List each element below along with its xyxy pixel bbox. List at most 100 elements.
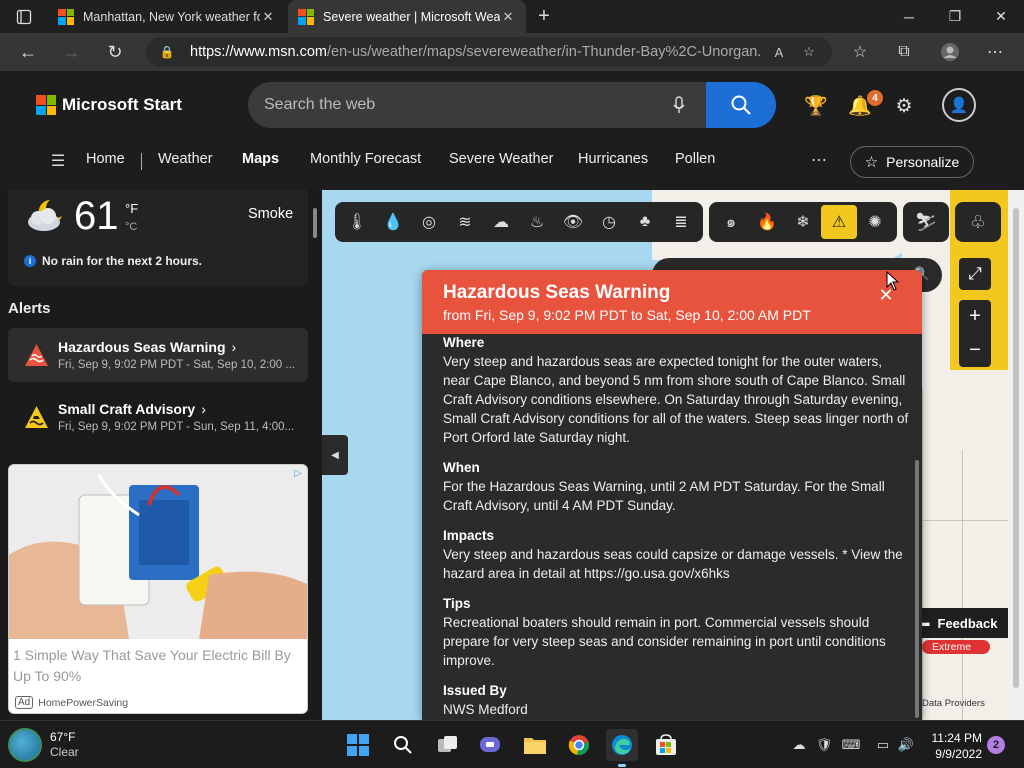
restore-icon[interactable]: ❐ bbox=[932, 0, 978, 33]
pressure-icon[interactable]: ◷ bbox=[591, 205, 627, 239]
file-explorer-icon[interactable] bbox=[519, 729, 551, 761]
humidity-icon[interactable]: ♨ bbox=[519, 205, 555, 239]
start-windows-icon[interactable] bbox=[342, 729, 374, 761]
window-close-icon[interactable]: ✕ bbox=[978, 0, 1024, 33]
settings-gear-icon[interactable]: ⚙ bbox=[889, 91, 919, 121]
search-icon[interactable] bbox=[387, 729, 419, 761]
teams-chat-icon[interactable] bbox=[474, 729, 506, 761]
panel-scrollbar[interactable] bbox=[313, 208, 317, 238]
feedback-button[interactable]: ▬ Feedback bbox=[908, 608, 1008, 638]
search-button[interactable] bbox=[706, 82, 776, 128]
favorites-icon[interactable]: ☆ bbox=[846, 39, 874, 65]
cloud-icon[interactable]: ☁ bbox=[483, 205, 519, 239]
ad-choices-icon[interactable]: ▷ bbox=[291, 467, 305, 479]
nav-home[interactable]: Home bbox=[86, 151, 125, 167]
add-favorite-icon[interactable]: ☆ bbox=[798, 44, 820, 60]
search-input[interactable] bbox=[264, 82, 654, 128]
alert-hazardous-seas[interactable]: Hazardous Seas Warning › Fri, Sep 9, 9:02… bbox=[8, 328, 308, 382]
wildfire-icon[interactable]: 🔥 bbox=[749, 205, 785, 239]
display-icon[interactable]: ▭ bbox=[873, 735, 893, 755]
wind-icon[interactable]: ≋ bbox=[447, 205, 483, 239]
fullscreen-icon[interactable]: ⤢ bbox=[959, 258, 991, 290]
section-where: Where Very steep and hazardous seas are … bbox=[443, 334, 909, 447]
pollen-icon[interactable]: ♣ bbox=[627, 205, 663, 239]
lock-icon[interactable]: 🔒 bbox=[158, 45, 176, 59]
section-heading: Where bbox=[443, 335, 485, 350]
map-scrollbar[interactable] bbox=[1008, 190, 1024, 720]
chrome-icon[interactable] bbox=[563, 729, 595, 761]
ad-card[interactable]: 1 Simple Way That Save Your Electric Bil… bbox=[8, 464, 308, 714]
nav-maps[interactable]: Maps bbox=[242, 151, 279, 167]
section-impacts: Impacts Very steep and hazardous seas co… bbox=[443, 527, 909, 583]
zoom-out-icon[interactable]: − bbox=[959, 334, 991, 367]
edge-browser-icon[interactable] bbox=[606, 729, 638, 761]
microsoft-store-icon[interactable] bbox=[650, 729, 682, 761]
thermometer-icon[interactable]: 🌡 bbox=[339, 205, 375, 239]
nav-more-icon[interactable]: ⋯ bbox=[808, 149, 830, 171]
system-clock[interactable]: 11:24 PM 9/9/2022 bbox=[918, 730, 982, 762]
browser-profile-icon[interactable] bbox=[936, 39, 964, 65]
nav-weather[interactable]: Weather bbox=[158, 151, 213, 167]
air-quality-icon[interactable]: ≣ bbox=[663, 205, 699, 239]
profile-avatar-icon[interactable]: 👤 bbox=[942, 88, 976, 122]
ad-title[interactable]: 1 Simple Way That Save Your Electric Bil… bbox=[13, 645, 303, 687]
zoom-controls: + − bbox=[959, 300, 991, 367]
nav-pollen[interactable]: Pollen bbox=[675, 151, 715, 167]
popup-scrollbar[interactable] bbox=[915, 460, 919, 718]
rewards-trophy-icon[interactable]: 🏆 bbox=[801, 91, 831, 121]
layer-group-basic: 🌡 💧 ◎ ≋ ☁ ♨ 👁 ◷ ♣ ≣ bbox=[335, 202, 703, 242]
browser-tab-bar: Manhattan, New York weather fo ✕ Severe … bbox=[0, 0, 1024, 33]
security-shield-icon[interactable]: 🛡 bbox=[814, 735, 834, 755]
taskbar-weather-widget[interactable]: 67°F Clear bbox=[8, 728, 79, 762]
new-tab-icon[interactable]: + bbox=[532, 5, 556, 27]
unit-celsius[interactable]: °C bbox=[125, 221, 137, 233]
hamburger-menu-icon[interactable]: ☰ bbox=[46, 151, 70, 171]
tab-actions-icon[interactable] bbox=[8, 6, 40, 28]
personalize-button[interactable]: ☆ Personalize bbox=[850, 146, 974, 178]
microphone-icon[interactable] bbox=[668, 94, 690, 116]
alert-small-craft[interactable]: Small Craft Advisory › Fri, Sep 9, 9:02 P… bbox=[8, 390, 308, 444]
unit-fahrenheit[interactable]: °F bbox=[125, 201, 138, 216]
severe-weather-icon[interactable]: ⚠ bbox=[821, 205, 857, 239]
visibility-icon[interactable]: 👁 bbox=[555, 205, 591, 239]
radar-icon[interactable]: ◎ bbox=[411, 205, 447, 239]
task-view-icon[interactable] bbox=[432, 729, 464, 761]
collections-icon[interactable]: ⧉ bbox=[890, 39, 918, 65]
tree-icon[interactable]: ♧ bbox=[955, 202, 1001, 242]
nav-hurricanes[interactable]: Hurricanes bbox=[578, 151, 648, 167]
url-field[interactable]: 🔒 https://www.msn.com/en-us/weather/maps… bbox=[146, 37, 832, 67]
microsoft-start-logo[interactable]: Microsoft Start bbox=[36, 95, 182, 115]
tab-close-icon[interactable]: ✕ bbox=[260, 9, 276, 25]
current-weather-card[interactable]: 61 °F °C Smoke i No rain for the next 2 … bbox=[8, 190, 308, 286]
scrollbar-thumb[interactable] bbox=[1013, 208, 1019, 688]
notification-center-badge[interactable]: 2 bbox=[987, 736, 1005, 754]
ski-icon[interactable]: ⛷ bbox=[903, 202, 949, 242]
refresh-icon[interactable]: ↻ bbox=[100, 38, 130, 66]
ad-image-outlet-repair[interactable] bbox=[9, 465, 307, 639]
hurricane-icon[interactable]: ๑ bbox=[713, 205, 749, 239]
left-panel: 61 °F °C Smoke i No rain for the next 2 … bbox=[0, 190, 322, 720]
address-bar: ← → ↻ 🔒 https://www.msn.com/en-us/weathe… bbox=[0, 33, 1024, 71]
zoom-in-icon[interactable]: + bbox=[959, 300, 991, 333]
browser-tab-severe-weather[interactable]: Severe weather | Microsoft Weat ✕ bbox=[288, 0, 526, 33]
tab-close-icon[interactable]: ✕ bbox=[500, 9, 516, 25]
ad-sponsor-name: HomePowerSaving bbox=[38, 696, 129, 709]
section-body: NWS Medford bbox=[443, 702, 528, 717]
nav-severe-weather[interactable]: Severe Weather bbox=[449, 151, 554, 167]
read-aloud-icon[interactable]: A bbox=[768, 45, 790, 60]
collapse-panel-icon[interactable]: ◀ bbox=[322, 435, 348, 475]
volume-icon[interactable]: 🔊 bbox=[896, 735, 916, 755]
cloud-sync-icon[interactable]: ☁ bbox=[789, 735, 809, 755]
map-road bbox=[922, 390, 923, 720]
earthquake-icon[interactable]: ✺ bbox=[857, 205, 893, 239]
more-options-icon[interactable]: ⋯ bbox=[981, 39, 1009, 65]
forward-icon[interactable]: → bbox=[56, 38, 86, 66]
winter-icon[interactable]: ❄ bbox=[785, 205, 821, 239]
keyboard-icon[interactable]: ⌨ bbox=[841, 735, 861, 755]
nav-monthly-forecast[interactable]: Monthly Forecast bbox=[310, 151, 421, 167]
browser-tab-manhattan[interactable]: Manhattan, New York weather fo ✕ bbox=[48, 0, 286, 33]
data-providers-link[interactable]: Data Providers bbox=[922, 698, 985, 709]
back-icon[interactable]: ← bbox=[13, 38, 43, 66]
minimize-icon[interactable]: ─ bbox=[886, 0, 932, 33]
precipitation-icon[interactable]: 💧 bbox=[375, 205, 411, 239]
